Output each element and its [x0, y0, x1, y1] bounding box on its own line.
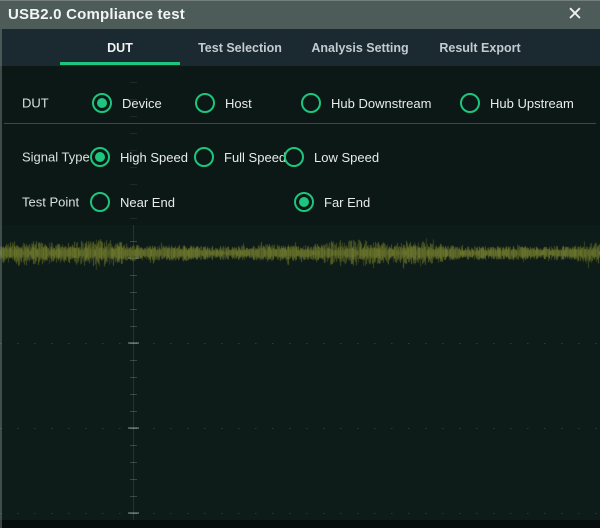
tab-result-export[interactable]: Result Export: [420, 29, 540, 66]
tab-analysis-setting[interactable]: Analysis Setting: [300, 29, 420, 66]
scope-display: [0, 225, 600, 528]
radio-hub-upstream[interactable]: Hub Upstream: [460, 93, 574, 113]
graticule-hline: [0, 343, 600, 344]
radio-full-speed[interactable]: Full Speed: [194, 147, 286, 167]
radio-circle-icon: [90, 192, 110, 212]
radio-label: Hub Upstream: [490, 96, 574, 111]
dut-row-label: DUT: [22, 96, 49, 111]
usb-compliance-dialog: USB2.0 Compliance test ✕ DUT Test Select…: [0, 0, 600, 528]
radio-label: Low Speed: [314, 150, 379, 165]
waveform-trace: [0, 230, 600, 286]
radio-circle-icon: [284, 147, 304, 167]
tab-bar: DUT Test Selection Analysis Setting Resu…: [0, 29, 600, 66]
radio-label: Far End: [324, 195, 370, 210]
graticule-hline: [0, 513, 600, 514]
screen-bottom-strip: [0, 520, 600, 528]
tab-dut[interactable]: DUT: [60, 29, 180, 66]
radio-circle-icon: [90, 147, 110, 167]
radio-far-end[interactable]: Far End: [294, 192, 370, 212]
signal-type-row-label: Signal Type: [22, 150, 90, 165]
radio-label: Near End: [120, 195, 175, 210]
test-point-row-label: Test Point: [22, 195, 79, 210]
dialog-titlebar: USB2.0 Compliance test ✕: [0, 0, 600, 29]
radio-host[interactable]: Host: [195, 93, 252, 113]
radio-circle-icon: [195, 93, 215, 113]
dialog-body: DUT Device Host Hub Downstream Hub Upstream…: [0, 66, 600, 225]
close-icon[interactable]: ✕: [560, 0, 590, 29]
radio-circle-icon: [194, 147, 214, 167]
radio-circle-icon: [294, 192, 314, 212]
dialog-title: USB2.0 Compliance test: [0, 6, 185, 23]
radio-high-speed[interactable]: High Speed: [90, 147, 188, 167]
radio-label: Device: [122, 96, 162, 111]
radio-label: Host: [225, 96, 252, 111]
radio-low-speed[interactable]: Low Speed: [284, 147, 379, 167]
radio-label: Full Speed: [224, 150, 286, 165]
radio-label: Hub Downstream: [331, 96, 431, 111]
radio-label: High Speed: [120, 150, 188, 165]
radio-circle-icon: [301, 93, 321, 113]
row-divider: [4, 123, 596, 124]
graticule-hline: [0, 428, 600, 429]
radio-near-end[interactable]: Near End: [90, 192, 175, 212]
tab-test-selection[interactable]: Test Selection: [180, 29, 300, 66]
radio-circle-icon: [460, 93, 480, 113]
radio-device[interactable]: Device: [92, 93, 162, 113]
radio-circle-icon: [92, 93, 112, 113]
radio-hub-downstream[interactable]: Hub Downstream: [301, 93, 431, 113]
